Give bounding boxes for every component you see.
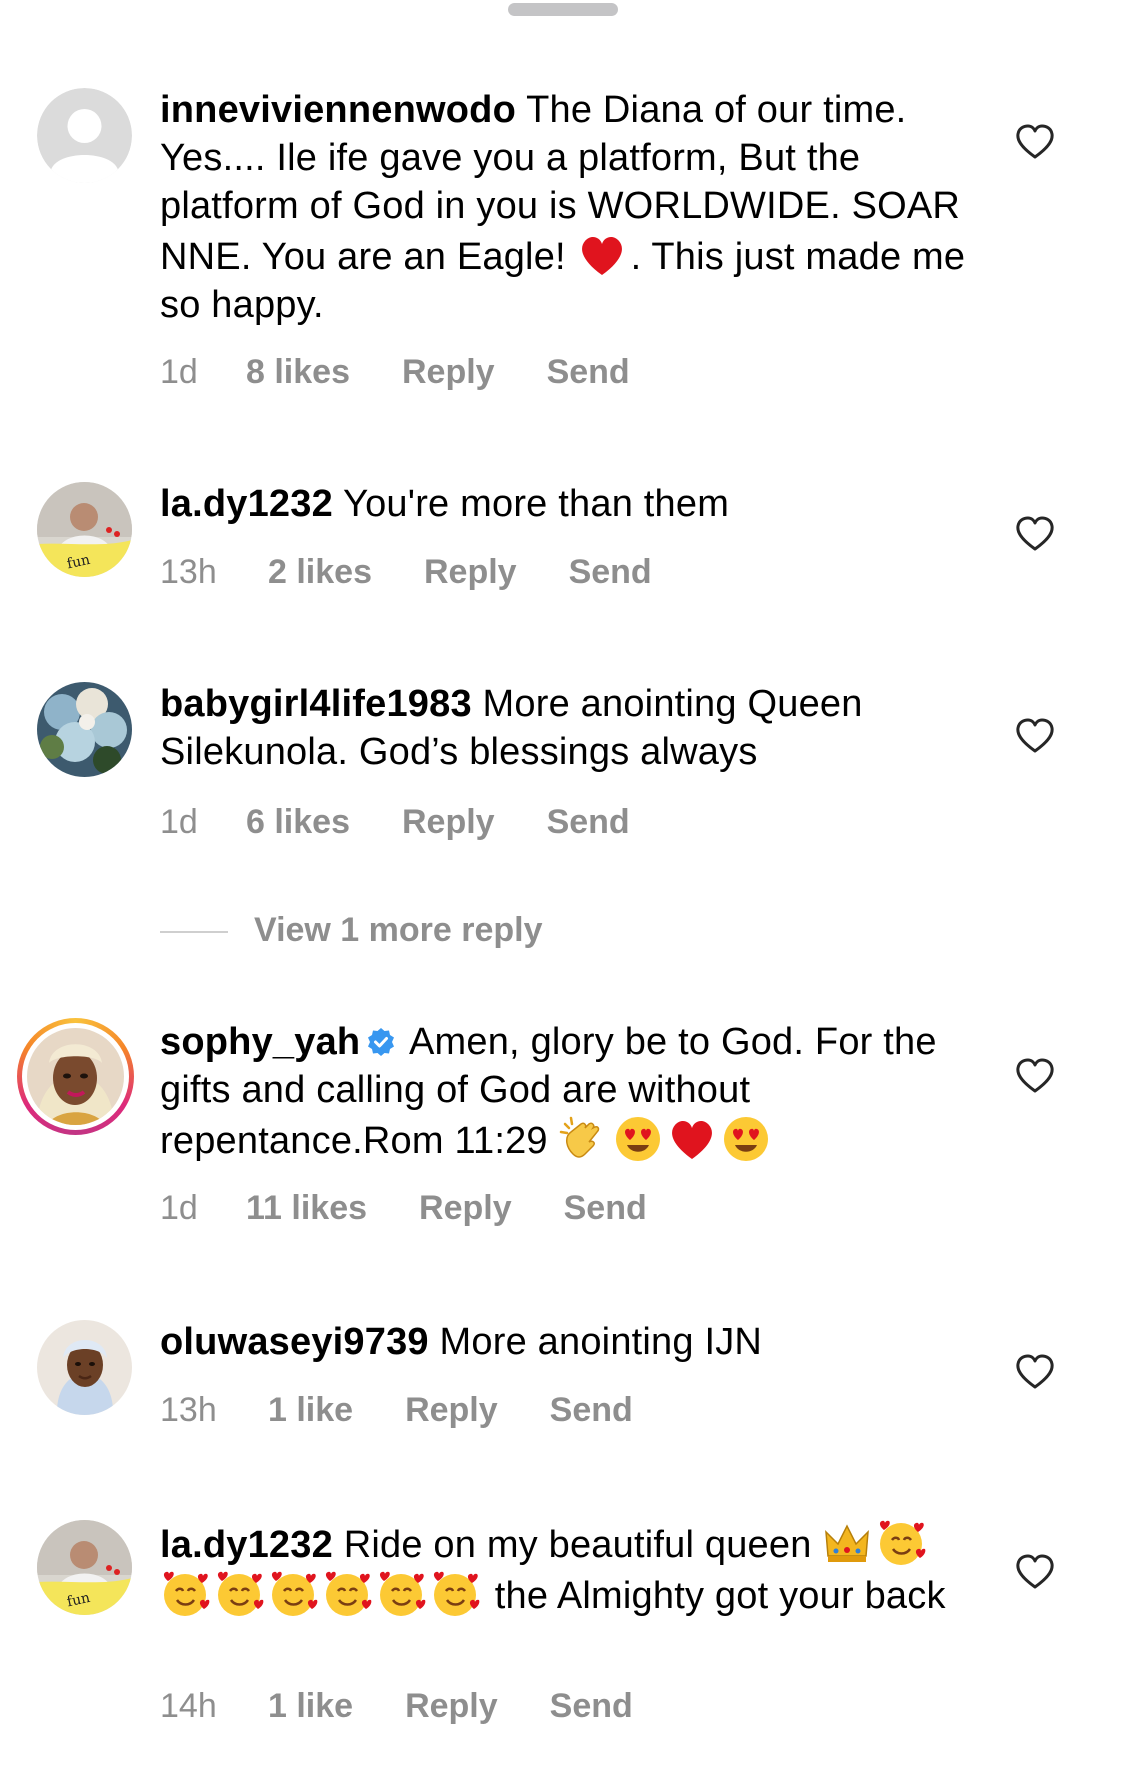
smiling-face-with-hearts-emoji-icon bbox=[376, 1569, 426, 1619]
comment-text: You're more than them bbox=[332, 483, 730, 525]
verified-badge-icon bbox=[366, 1021, 396, 1056]
smiling-face-with-hearts-emoji-icon bbox=[322, 1569, 372, 1619]
comment-time: 1d bbox=[160, 353, 198, 391]
comment-meta: 1d 8 likes Reply Send bbox=[160, 352, 630, 392]
comment-username[interactable]: sophy_yah bbox=[160, 1021, 360, 1063]
heart-eyes-emoji-icon bbox=[613, 1114, 663, 1164]
comment-username[interactable]: oluwaseyi9739 bbox=[160, 1321, 429, 1363]
sheet-drag-handle[interactable] bbox=[508, 3, 618, 16]
comment-text-end: the Almighty got your back bbox=[484, 1575, 946, 1617]
view-more-replies-button[interactable]: View 1 more reply bbox=[160, 910, 543, 950]
default-avatar-icon[interactable] bbox=[37, 88, 132, 183]
reply-button[interactable]: Reply bbox=[419, 1188, 512, 1228]
comment-username[interactable]: la.dy1232 bbox=[160, 1524, 333, 1566]
reply-button[interactable]: Reply bbox=[424, 552, 517, 592]
reply-button[interactable]: Reply bbox=[405, 1390, 498, 1430]
comment-time: 13h bbox=[160, 1391, 217, 1429]
heart-outline-icon[interactable] bbox=[1015, 124, 1055, 160]
avatar[interactable]: fun bbox=[37, 482, 132, 577]
view-more-replies-label: View 1 more reply bbox=[254, 911, 543, 949]
smiling-face-with-hearts-emoji-icon bbox=[268, 1569, 318, 1619]
comment-username[interactable]: babygirl4life1983 bbox=[160, 683, 472, 725]
comment-username[interactable]: la.dy1232 bbox=[160, 483, 333, 525]
clapping-hands-emoji-icon bbox=[559, 1114, 609, 1164]
comment-body: la.dy1232 You're more than them bbox=[160, 480, 980, 528]
reply-button[interactable]: Reply bbox=[402, 352, 495, 392]
smiling-face-with-hearts-emoji-icon bbox=[430, 1569, 480, 1619]
reply-button[interactable]: Reply bbox=[402, 802, 495, 842]
comment-likes[interactable]: 1 like bbox=[268, 1390, 353, 1430]
send-button[interactable]: Send bbox=[550, 1390, 633, 1430]
comment-body: inneviviennenwodo The Diana of our time.… bbox=[160, 86, 980, 329]
comment-text: More anointing IJN bbox=[428, 1321, 763, 1363]
heart-outline-icon[interactable] bbox=[1015, 1554, 1055, 1590]
heart-outline-icon[interactable] bbox=[1015, 1058, 1055, 1094]
smiling-face-with-hearts-emoji-icon bbox=[876, 1518, 926, 1568]
heart-outline-icon[interactable] bbox=[1015, 516, 1055, 552]
avatar[interactable] bbox=[37, 1320, 132, 1415]
reply-button[interactable]: Reply bbox=[405, 1686, 498, 1726]
comment-meta: 1d 6 likes Reply Send bbox=[160, 802, 630, 842]
red-heart-emoji-icon bbox=[667, 1114, 717, 1164]
comments-sheet: inneviviennenwodo The Diana of our time.… bbox=[0, 0, 1125, 1775]
comment-body: sophy_yah Amen, glory be to God. For the… bbox=[160, 1018, 980, 1165]
avatar[interactable]: fun bbox=[37, 1520, 132, 1615]
comment-username[interactable]: inneviviennenwodo bbox=[160, 89, 516, 131]
comment-meta: 13h 1 like Reply Send bbox=[160, 1390, 633, 1430]
send-button[interactable]: Send bbox=[569, 552, 652, 592]
crown-emoji-icon bbox=[822, 1518, 872, 1568]
comment-likes[interactable]: 6 likes bbox=[246, 802, 350, 842]
comment-likes[interactable]: 8 likes bbox=[246, 352, 350, 392]
comment-time: 1d bbox=[160, 1189, 198, 1227]
smiling-face-with-hearts-emoji-icon bbox=[160, 1569, 210, 1619]
comment-time: 1d bbox=[160, 803, 198, 841]
comment-likes[interactable]: 1 like bbox=[268, 1686, 353, 1726]
comment-meta: 13h 2 likes Reply Send bbox=[160, 552, 652, 592]
comment-time: 14h bbox=[160, 1687, 217, 1725]
red-heart-emoji-icon bbox=[577, 230, 627, 280]
send-button[interactable]: Send bbox=[550, 1686, 633, 1726]
heart-eyes-emoji-icon bbox=[721, 1114, 771, 1164]
comment-body: la.dy1232 Ride on my beautiful queen the… bbox=[160, 1518, 980, 1620]
send-button[interactable]: Send bbox=[547, 802, 630, 842]
comment-likes[interactable]: 2 likes bbox=[268, 552, 372, 592]
send-button[interactable]: Send bbox=[547, 352, 630, 392]
heart-outline-icon[interactable] bbox=[1015, 1354, 1055, 1390]
smiling-face-with-hearts-emoji-icon bbox=[214, 1569, 264, 1619]
comment-text: Ride on my beautiful queen bbox=[332, 1524, 823, 1566]
avatar-with-story-ring[interactable] bbox=[17, 1018, 134, 1135]
comment-meta: 1d 11 likes Reply Send bbox=[160, 1188, 647, 1228]
comment-likes[interactable]: 11 likes bbox=[246, 1188, 367, 1228]
send-button[interactable]: Send bbox=[564, 1188, 647, 1228]
avatar[interactable] bbox=[37, 682, 132, 777]
comment-time: 13h bbox=[160, 553, 217, 591]
heart-outline-icon[interactable] bbox=[1015, 718, 1055, 754]
comment-meta: 14h 1 like Reply Send bbox=[160, 1686, 633, 1726]
comment-body: oluwaseyi9739 More anointing IJN bbox=[160, 1318, 980, 1366]
divider-line bbox=[160, 931, 228, 934]
comment-body: babygirl4life1983 More anointing Queen S… bbox=[160, 680, 980, 776]
